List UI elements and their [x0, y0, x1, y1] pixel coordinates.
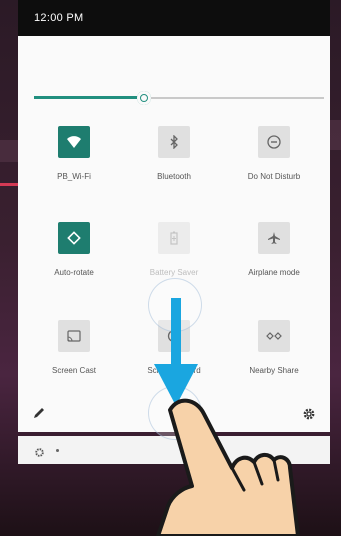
tile-label: PB_Wi-Fi [57, 172, 91, 181]
airplane-icon [258, 222, 290, 254]
bluetooth-icon [158, 126, 190, 158]
tile-screen-cast[interactable]: Screen Cast [26, 320, 122, 390]
battery-saver-icon [158, 222, 190, 254]
tile-label: Auto-rotate [54, 268, 94, 277]
auto-rotate-icon [58, 222, 90, 254]
tile-bluetooth[interactable]: Bluetooth [126, 126, 222, 196]
tile-auto-rotate[interactable]: Auto-rotate [26, 222, 122, 292]
tile-airplane-mode[interactable]: Airplane mode [226, 222, 322, 292]
gear-icon[interactable] [34, 445, 45, 457]
tile-wifi[interactable]: PB_Wi-Fi [26, 126, 122, 196]
pointing-hand-icon [156, 398, 300, 536]
cast-icon [58, 320, 90, 352]
tile-label: Screen Cast [51, 366, 97, 375]
wifi-icon [58, 126, 90, 158]
tile-label: Battery Saver [149, 268, 199, 277]
nearby-share-icon [258, 320, 290, 352]
brightness-fill [34, 96, 144, 99]
dot-indicator [56, 449, 59, 452]
tile-label: Nearby Share [249, 366, 299, 375]
tile-label: Airplane mode [248, 268, 300, 277]
status-time: 12:00 PM [34, 12, 84, 24]
tile-do-not-disturb[interactable]: Do Not Disturb [226, 126, 322, 196]
tile-label: Do Not Disturb [247, 172, 301, 181]
brightness-thumb[interactable] [137, 91, 151, 105]
brightness-slider[interactable] [34, 91, 324, 105]
do-not-disturb-icon [258, 126, 290, 158]
tile-nearby-share[interactable]: Nearby Share [226, 320, 322, 390]
status-bar: 12:00 PM [18, 0, 330, 36]
pencil-icon[interactable] [32, 406, 46, 420]
tile-label: Bluetooth [157, 172, 191, 181]
